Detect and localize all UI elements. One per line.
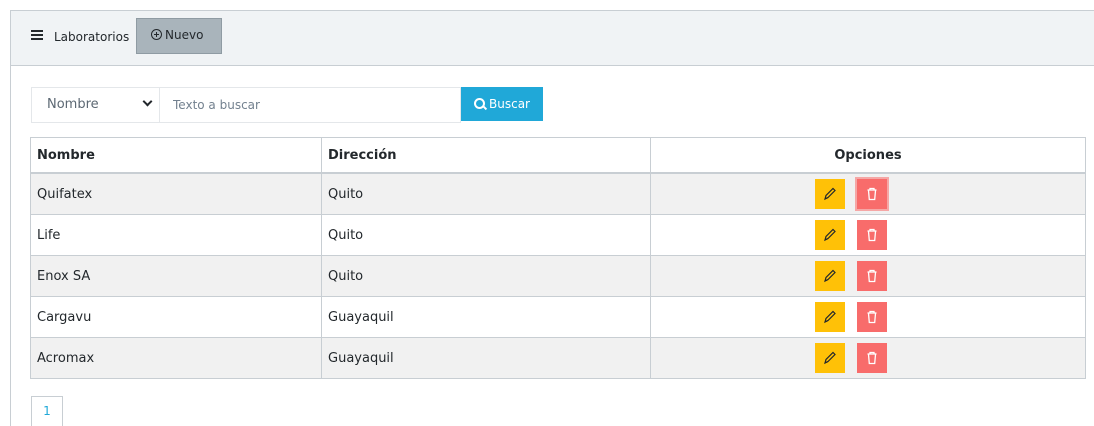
card-header: Laboratorios Nuevo xyxy=(11,11,1094,66)
search-icon xyxy=(474,98,485,109)
cell-options xyxy=(650,172,1086,215)
cell-name: Enox SA xyxy=(30,255,322,297)
edit-button[interactable] xyxy=(815,343,845,373)
cell-options xyxy=(650,255,1086,297)
row-actions xyxy=(657,215,1079,255)
hamburger-icon xyxy=(31,30,43,40)
table-row: Enox SA Quito xyxy=(30,255,1086,297)
column-header-name: Nombre xyxy=(30,137,322,174)
new-button-label: Nuevo xyxy=(165,28,204,42)
chevron-down-icon xyxy=(142,96,153,107)
row-actions xyxy=(657,174,1079,214)
cell-options xyxy=(650,214,1086,256)
row-actions xyxy=(657,297,1079,337)
table-row: Life Quito xyxy=(30,214,1086,256)
cell-address: Guayaquil xyxy=(321,296,651,338)
delete-button[interactable] xyxy=(857,220,887,250)
plus-circle-icon xyxy=(151,29,162,40)
cell-name: Quifatex xyxy=(30,172,322,215)
delete-button[interactable] xyxy=(857,302,887,332)
cell-options xyxy=(650,337,1086,379)
cell-options xyxy=(650,296,1086,338)
laboratorios-table: Nombre Dirección Opciones Quifatex Quito L… xyxy=(30,137,1086,379)
table-row: Cargavu Guayaquil xyxy=(30,296,1086,338)
table-row: Acromax Guayaquil xyxy=(30,337,1086,379)
delete-button[interactable] xyxy=(857,179,887,209)
delete-button[interactable] xyxy=(857,261,887,291)
cell-name: Cargavu xyxy=(30,296,322,338)
row-actions xyxy=(657,256,1079,296)
cell-name: Acromax xyxy=(30,337,322,379)
delete-button[interactable] xyxy=(857,343,887,373)
cell-address: Quito xyxy=(321,255,651,297)
search-field-select[interactable]: Nombre xyxy=(31,87,160,123)
table-row: Quifatex Quito xyxy=(30,172,1086,215)
new-button[interactable]: Nuevo xyxy=(136,18,222,54)
cell-address: Quito xyxy=(321,172,651,215)
edit-button[interactable] xyxy=(815,302,845,332)
edit-button[interactable] xyxy=(815,220,845,250)
cell-name: Life xyxy=(30,214,322,256)
search-button[interactable]: Buscar xyxy=(461,87,543,121)
pagination-page-1[interactable]: 1 xyxy=(31,396,63,426)
search-input[interactable] xyxy=(159,87,461,123)
cell-address: Quito xyxy=(321,214,651,256)
table-header-row: Nombre Dirección Opciones xyxy=(30,137,1086,174)
search-field-value: Nombre xyxy=(47,97,99,112)
column-header-options: Opciones xyxy=(650,137,1086,174)
edit-button[interactable] xyxy=(815,179,845,209)
page-title: Laboratorios xyxy=(54,30,130,44)
column-header-address: Dirección xyxy=(321,137,651,174)
edit-button[interactable] xyxy=(815,261,845,291)
cell-address: Guayaquil xyxy=(321,337,651,379)
table-body: Quifatex Quito Life Quito Enox SA Quito Cargav… xyxy=(30,172,1086,379)
search-button-label: Buscar xyxy=(489,97,530,111)
row-actions xyxy=(657,338,1079,378)
